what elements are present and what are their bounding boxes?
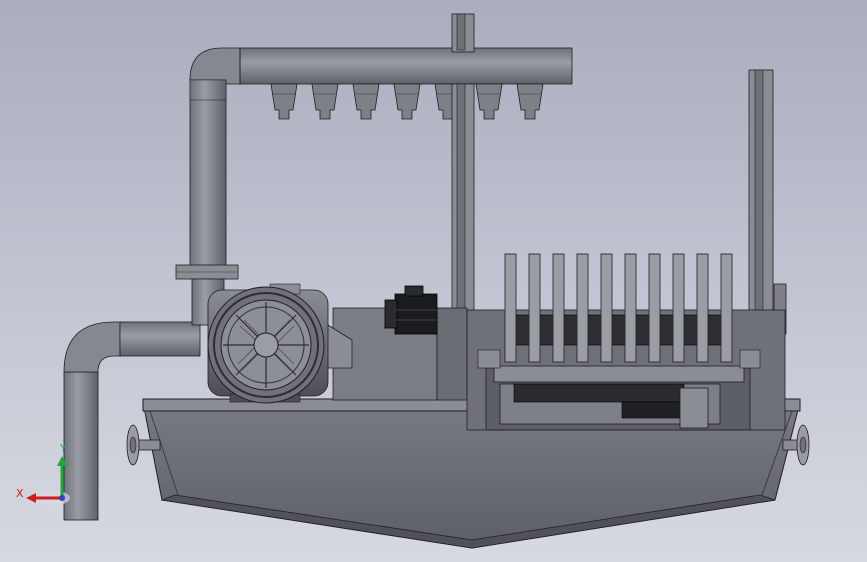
triad-y-label: Y (60, 442, 67, 455)
spray-manifold-pipe[interactable] (239, 47, 573, 85)
spray-nozzles[interactable] (270, 83, 544, 120)
nozzle (516, 83, 544, 120)
machine-model[interactable] (0, 0, 867, 562)
coordinate-triad (26, 456, 70, 506)
nozzle (393, 83, 421, 120)
nozzle (311, 83, 339, 120)
motor-fan-cover[interactable] (207, 286, 325, 404)
nozzle (270, 83, 298, 120)
servo-motor[interactable] (384, 285, 438, 335)
cad-3d-viewport[interactable]: Y X (0, 0, 867, 562)
vertical-discharge-pipe[interactable] (175, 47, 241, 326)
triad-x-label: X (16, 487, 24, 500)
nozzle (352, 83, 380, 120)
nozzle (475, 83, 503, 120)
